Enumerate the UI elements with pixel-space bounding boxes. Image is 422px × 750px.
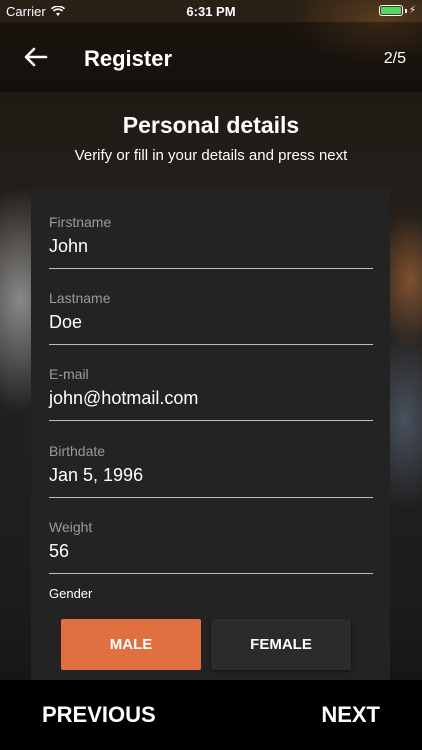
section-subtitle: Verify or fill in your details and press…: [74, 147, 348, 164]
arrow-left-icon: [24, 47, 48, 67]
status-bar: Carrier 6:31 PM ⚡: [0, 0, 422, 22]
back-button[interactable]: [22, 46, 50, 68]
email-label: E-mail: [49, 366, 89, 382]
weight-underline: [49, 573, 373, 574]
lastname-field[interactable]: Lastname Doe: [49, 290, 373, 360]
email-input[interactable]: john@hotmail.com: [49, 388, 198, 409]
birthdate-label: Birthdate: [49, 443, 106, 459]
details-form: Firstname John Lastname Doe E-mail john@…: [31, 188, 390, 680]
lastname-input[interactable]: Doe: [49, 312, 82, 333]
email-field[interactable]: E-mail john@hotmail.com: [49, 366, 373, 436]
birthdate-underline: [49, 497, 373, 498]
weight-input[interactable]: 56: [49, 541, 69, 562]
weight-label: Weight: [49, 519, 93, 535]
clock: 6:31 PM: [186, 3, 236, 19]
gender-label: Gender: [49, 586, 93, 601]
email-underline: [49, 420, 373, 421]
female-button[interactable]: FEMALE: [211, 619, 351, 670]
app-bar: Register 2/5: [0, 22, 422, 92]
page-title: Register: [84, 46, 173, 71]
birthdate-field[interactable]: Birthdate Jan 5, 1996: [49, 443, 373, 513]
previous-button[interactable]: PREVIOUS: [42, 702, 156, 728]
firstname-underline: [49, 268, 373, 269]
step-indicator: 2/5: [383, 50, 406, 67]
section-title: Personal details: [122, 112, 300, 138]
bottom-navigation: PREVIOUS NEXT: [0, 680, 422, 750]
birthdate-input[interactable]: Jan 5, 1996: [49, 465, 143, 486]
weight-field[interactable]: Weight 56: [49, 519, 373, 589]
firstname-input[interactable]: John: [49, 236, 88, 257]
battery-icon: ⚡: [378, 5, 416, 16]
firstname-field[interactable]: Firstname John: [49, 214, 373, 284]
male-button[interactable]: MALE: [61, 619, 201, 670]
next-button[interactable]: NEXT: [321, 702, 380, 728]
firstname-label: Firstname: [49, 214, 112, 230]
lastname-underline: [49, 344, 373, 345]
charging-icon: ⚡: [408, 5, 416, 16]
lastname-label: Lastname: [49, 290, 111, 306]
